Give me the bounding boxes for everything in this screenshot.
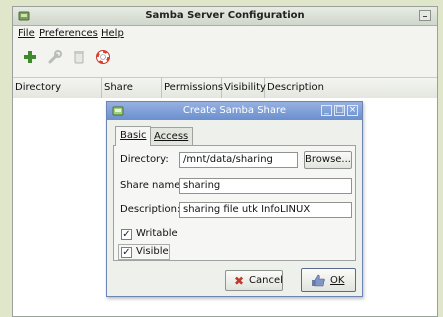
column-share-name[interactable]: Share name [102, 78, 162, 113]
ok-label: OK [330, 275, 345, 286]
directory-input[interactable]: /mnt/data/sharing [179, 152, 298, 168]
thumbs-up-icon [312, 274, 325, 287]
share-table-header: Directory Share name Permissions Visibil… [13, 77, 439, 113]
menu-preferences-label: Preferences [39, 28, 98, 39]
minimize-button[interactable] [419, 10, 431, 21]
column-visibility[interactable]: Visibility [222, 78, 266, 98]
lifebuoy-icon[interactable] [95, 49, 111, 65]
dialog-close-button[interactable]: × [347, 105, 358, 116]
description-input[interactable]: sharing file utk InfoLINUX [179, 202, 352, 218]
create-share-dialog: Create Samba Share _ □ × Basic Access Di… [106, 101, 363, 297]
menu-help[interactable]: Help [101, 28, 124, 39]
menu-preferences[interactable]: Preferences [39, 28, 98, 39]
cancel-button[interactable]: ✖ Cancel [225, 270, 283, 291]
wrench-icon[interactable] [47, 49, 63, 65]
ok-button[interactable]: OK [301, 268, 356, 292]
column-permissions[interactable]: Permissions [162, 78, 223, 98]
dialog-minimize-button[interactable]: _ [321, 105, 332, 116]
basic-tab-panel: Directory: /mnt/data/sharing Browse... S… [113, 145, 356, 261]
column-directory[interactable]: Directory [13, 78, 102, 98]
plus-icon[interactable] [22, 49, 38, 65]
visible-option[interactable]: ✓ Visible [118, 244, 170, 260]
dialog-titlebar[interactable]: Create Samba Share _ □ × [107, 102, 362, 120]
tab-access[interactable]: Access [149, 127, 194, 145]
toolbar [13, 44, 437, 70]
trash-icon[interactable] [71, 49, 87, 65]
share-name-label: Share name: [120, 180, 184, 191]
writable-checkbox[interactable]: ✓ [121, 229, 132, 240]
tab-basic[interactable]: Basic [115, 126, 152, 146]
menu-help-label: Help [101, 28, 124, 39]
menu-file[interactable]: File [18, 28, 35, 39]
menu-file-label: File [18, 28, 35, 39]
tab-basic-label: Basic [120, 130, 147, 141]
window-titlebar[interactable]: Samba Server Configuration [13, 7, 437, 26]
tab-access-label: Access [154, 131, 189, 142]
column-description[interactable]: Description [265, 78, 439, 98]
share-name-input[interactable]: sharing [179, 178, 352, 194]
cancel-x-icon: ✖ [234, 274, 245, 288]
description-label: Description: [120, 204, 181, 215]
cancel-label: Cancel [249, 275, 283, 286]
visible-checkbox[interactable]: ✓ [121, 247, 132, 258]
browse-button[interactable]: Browse... [304, 151, 352, 169]
visible-label: Visible [136, 246, 169, 257]
menu-bar: File Preferences Help [13, 26, 437, 43]
dialog-maximize-button[interactable]: □ [334, 105, 345, 116]
window-title: Samba Server Configuration [145, 10, 305, 21]
directory-label: Directory: [120, 154, 169, 165]
writable-label: Writable [136, 228, 178, 239]
